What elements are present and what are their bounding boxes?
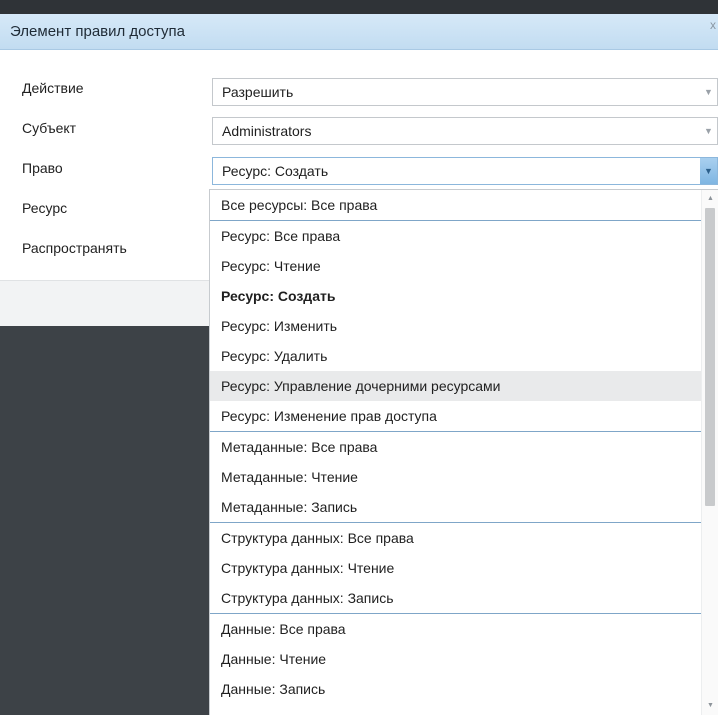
dropdown-options: Все ресурсы: Все права Ресурс: Все права…: [210, 190, 702, 704]
propagate-label: Распространять: [22, 240, 127, 256]
top-strip: [0, 0, 718, 14]
dropdown-option[interactable]: Данные: Все права: [210, 613, 702, 644]
dropdown-option[interactable]: Метаданные: Чтение: [210, 462, 702, 492]
subject-select-value: Administrators: [222, 123, 312, 139]
dropdown-option[interactable]: Ресурс: Чтение: [210, 251, 702, 281]
triangle-down-icon[interactable]: ▼: [700, 79, 717, 105]
right-dropdown-list: Все ресурсы: Все права Ресурс: Все права…: [209, 189, 718, 715]
dropdown-option[interactable]: Ресурс: Изменение прав доступа: [210, 401, 702, 431]
resource-label: Ресурс: [22, 200, 68, 216]
dropdown-option[interactable]: Ресурс: Удалить: [210, 341, 702, 371]
dropdown-option-hovered[interactable]: Ресурс: Управление дочерними ресурсами: [210, 371, 702, 401]
triangle-down-icon[interactable]: ▼: [700, 118, 717, 144]
action-select[interactable]: Разрешить ▼: [212, 78, 718, 106]
action-select-value: Разрешить: [222, 84, 294, 100]
subject-label: Субъект: [22, 120, 77, 136]
scrollbar-thumb[interactable]: [705, 208, 715, 506]
dropdown-option[interactable]: Метаданные: Все права: [210, 431, 702, 462]
dropdown-option[interactable]: Данные: Чтение: [210, 644, 702, 674]
triangle-down-icon[interactable]: ▼: [700, 158, 717, 184]
close-icon[interactable]: x: [710, 18, 716, 32]
triangle-up-icon[interactable]: ▲: [702, 192, 718, 206]
dropdown-scrollbar[interactable]: ▲ ▼: [701, 190, 718, 715]
dropdown-option[interactable]: Структура данных: Все права: [210, 522, 702, 553]
dropdown-option-selected[interactable]: Ресурс: Создать: [210, 281, 702, 311]
right-select[interactable]: Ресурс: Создать ▼: [212, 157, 718, 185]
dropdown-option[interactable]: Данные: Запись: [210, 674, 702, 704]
right-select-value: Ресурс: Создать: [222, 163, 329, 179]
dialog-title: Элемент правил доступа: [10, 23, 186, 40]
dropdown-option[interactable]: Структура данных: Запись: [210, 583, 702, 613]
dropdown-option[interactable]: Ресурс: Изменить: [210, 311, 702, 341]
dropdown-option[interactable]: Все ресурсы: Все права: [210, 190, 702, 220]
dropdown-option[interactable]: Метаданные: Запись: [210, 492, 702, 522]
dialog-titlebar[interactable]: Элемент правил доступа x: [0, 14, 718, 50]
triangle-down-icon[interactable]: ▼: [702, 699, 718, 713]
action-label: Действие: [22, 80, 84, 96]
dropdown-option[interactable]: Ресурс: Все права: [210, 220, 702, 251]
subject-select[interactable]: Administrators ▼: [212, 117, 718, 145]
dropdown-option[interactable]: Структура данных: Чтение: [210, 553, 702, 583]
right-label: Право: [22, 160, 63, 176]
